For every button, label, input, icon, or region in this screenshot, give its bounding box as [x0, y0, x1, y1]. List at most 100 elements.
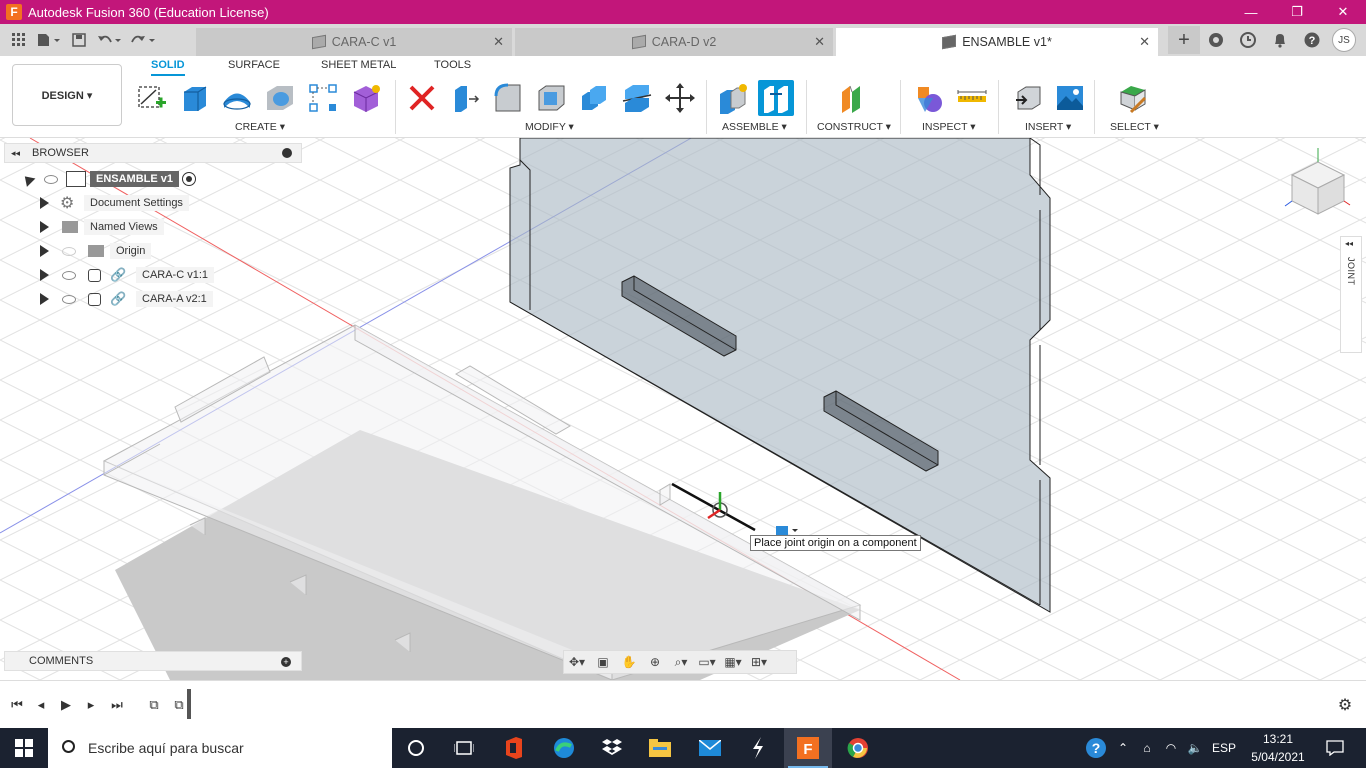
timeline-settings-icon[interactable]: ⚙: [1334, 695, 1356, 715]
close-button[interactable]: ✕: [1320, 0, 1366, 24]
help-icon[interactable]: ?: [1296, 26, 1328, 54]
play-icon[interactable]: ▶: [55, 695, 77, 715]
expand-arrow-icon[interactable]: [40, 269, 49, 281]
expand-arrow-icon[interactable]: [40, 197, 49, 209]
tree-root[interactable]: ENSAMBLE v1: [4, 167, 302, 191]
revolve-icon[interactable]: [219, 80, 255, 116]
timeline-joint-feature-icon[interactable]: ⧉: [143, 695, 165, 715]
select-menu[interactable]: SELECT ▾: [1110, 121, 1159, 133]
show-hidden-icons-icon[interactable]: ⌃: [1112, 728, 1134, 768]
file-menu-icon[interactable]: [32, 28, 66, 52]
collapse-panel-icon[interactable]: ◂◂: [11, 148, 20, 159]
modify-menu[interactable]: MODIFY ▾: [525, 121, 574, 133]
taskbar-search[interactable]: Escribe aquí para buscar: [48, 728, 392, 768]
zoom-icon[interactable]: ⊕: [642, 651, 668, 673]
office-icon[interactable]: [490, 728, 538, 768]
joint-panel-collapsed[interactable]: ◂◂ JOINT: [1340, 236, 1362, 353]
edge-icon[interactable]: [540, 728, 588, 768]
extrude-icon[interactable]: [176, 80, 212, 116]
start-button[interactable]: [0, 728, 48, 768]
tree-item-cara-a[interactable]: 🔗 CARA-A v2:1: [4, 287, 302, 311]
job-status-icon[interactable]: [1232, 26, 1264, 54]
comments-panel[interactable]: COMMENTS +: [4, 651, 302, 671]
visibility-eye-icon[interactable]: [62, 270, 76, 280]
pan-icon[interactable]: ✋: [616, 651, 642, 673]
collapse-arrow-icon[interactable]: [20, 171, 36, 187]
new-component-icon[interactable]: [715, 80, 751, 116]
split-body-icon[interactable]: [619, 80, 655, 116]
tab-cara-c[interactable]: CARA-C v1 ✕: [196, 28, 512, 56]
visibility-eye-icon[interactable]: [62, 294, 76, 304]
orbit-icon[interactable]: ✥▾: [564, 651, 590, 673]
grid-settings-icon[interactable]: ▦▾: [720, 651, 746, 673]
offset-plane-icon[interactable]: [834, 80, 870, 116]
close-tab-icon[interactable]: ✕: [493, 34, 504, 50]
activate-radio-icon[interactable]: [182, 172, 196, 186]
fusion-360-taskbar-icon[interactable]: F: [784, 728, 832, 768]
timeline-marker[interactable]: [187, 689, 191, 719]
minimize-button[interactable]: —: [1228, 0, 1274, 24]
tab-solid[interactable]: SOLID: [151, 59, 185, 76]
undo-icon[interactable]: [92, 28, 126, 52]
move-copy-icon[interactable]: [662, 80, 698, 116]
delete-icon[interactable]: [404, 80, 440, 116]
create-sketch-icon[interactable]: [134, 80, 170, 116]
tab-tools[interactable]: TOOLS: [434, 59, 471, 71]
create-form-icon[interactable]: [348, 80, 384, 116]
browser-header[interactable]: ◂◂ BROWSER: [4, 143, 302, 163]
tab-cara-d[interactable]: CARA-D v2 ✕: [515, 28, 833, 56]
pattern-icon[interactable]: [305, 80, 341, 116]
data-panel-grid-icon[interactable]: [6, 28, 32, 52]
expand-arrow-icon[interactable]: [40, 245, 49, 257]
press-pull-icon[interactable]: [447, 80, 483, 116]
tree-item-document-settings[interactable]: ⚙ Document Settings: [4, 191, 302, 215]
tab-surface[interactable]: SURFACE: [228, 59, 280, 71]
close-tab-icon[interactable]: ✕: [814, 34, 825, 50]
insert-image-icon[interactable]: [1052, 80, 1088, 116]
notifications-icon[interactable]: [1264, 26, 1296, 54]
wifi-icon[interactable]: ◠: [1160, 728, 1182, 768]
select-icon[interactable]: [1115, 80, 1151, 116]
tree-item-named-views[interactable]: Named Views: [4, 215, 302, 239]
epic-app-icon[interactable]: [734, 728, 782, 768]
insert-menu[interactable]: INSERT ▾: [1025, 121, 1071, 133]
measure-icon[interactable]: [954, 80, 990, 116]
viewports-icon[interactable]: ⊞▾: [746, 651, 772, 673]
tab-sheet-metal[interactable]: SHEET METAL: [321, 59, 396, 71]
expand-panel-icon[interactable]: ◂◂: [1345, 239, 1353, 248]
mail-icon[interactable]: [686, 728, 734, 768]
go-to-end-icon[interactable]: ⏭: [106, 695, 128, 715]
device-tray-icon[interactable]: ⌂: [1136, 728, 1158, 768]
volume-icon[interactable]: 🔈: [1184, 728, 1206, 768]
shell-icon[interactable]: [533, 80, 569, 116]
assemble-menu[interactable]: ASSEMBLE ▾: [722, 121, 787, 133]
expand-arrow-icon[interactable]: [40, 221, 49, 233]
tab-ensamble[interactable]: ENSAMBLE v1* ✕: [836, 28, 1158, 56]
close-tab-icon[interactable]: ✕: [1139, 34, 1150, 50]
help-tray-icon[interactable]: ?: [1082, 728, 1110, 768]
redo-icon[interactable]: [126, 28, 160, 52]
create-menu[interactable]: CREATE ▾: [235, 121, 285, 133]
dropbox-icon[interactable]: [588, 728, 636, 768]
minimize-panel-icon[interactable]: [282, 148, 292, 158]
construct-menu[interactable]: CONSTRUCT ▾: [817, 121, 891, 133]
tree-item-cara-c[interactable]: 🔗 CARA-C v1:1: [4, 263, 302, 287]
new-tab-icon[interactable]: +: [1168, 26, 1200, 54]
interference-icon[interactable]: [911, 80, 947, 116]
add-comment-icon[interactable]: +: [281, 657, 291, 667]
cortana-icon[interactable]: [392, 728, 440, 768]
combine-icon[interactable]: [576, 80, 612, 116]
step-forward-icon[interactable]: ▸: [80, 695, 102, 715]
hole-icon[interactable]: [262, 80, 298, 116]
look-at-icon[interactable]: ▣: [590, 651, 616, 673]
tree-item-origin[interactable]: Origin: [4, 239, 302, 263]
fit-icon[interactable]: ⌕▾: [668, 651, 694, 673]
display-settings-icon[interactable]: ▭▾: [694, 651, 720, 673]
fillet-icon[interactable]: [490, 80, 526, 116]
workspace-switcher[interactable]: DESIGN ▾: [12, 64, 122, 126]
chrome-icon[interactable]: [834, 728, 882, 768]
visibility-eye-icon[interactable]: [44, 174, 58, 184]
hidden-eye-icon[interactable]: [62, 246, 76, 256]
step-back-icon[interactable]: ◂: [30, 695, 52, 715]
task-view-icon[interactable]: [440, 728, 488, 768]
